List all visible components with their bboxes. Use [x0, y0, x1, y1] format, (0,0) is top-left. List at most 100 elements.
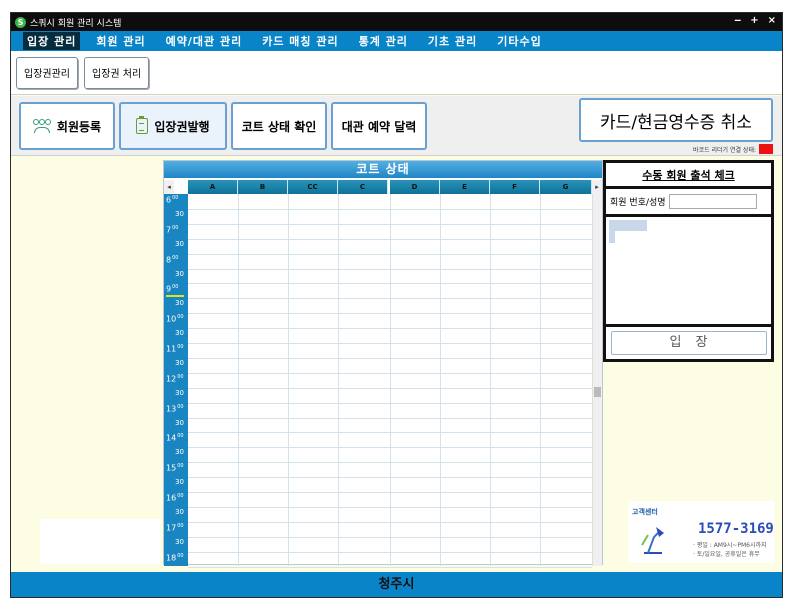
customer-center-hours: · 평일 : AM9시~PM6시까지 — [693, 542, 767, 549]
grid-column-line — [440, 194, 441, 566]
time-slot-label: 30 — [175, 507, 184, 516]
time-slot-label: 30 — [175, 388, 184, 397]
member-search-input[interactable] — [668, 194, 757, 209]
customer-center-title: 고객센터 — [632, 508, 658, 516]
ticket-issue-label: 입장권발행 — [154, 119, 210, 134]
grid-row-line — [188, 238, 592, 240]
close-button[interactable]: × — [768, 15, 776, 26]
time-slot-label: 30 — [175, 418, 184, 427]
minimize-button[interactable]: ‒ — [734, 15, 741, 26]
enter-button[interactable]: 입장 — [610, 331, 767, 355]
title-bar: S 스쿼시 회원 관리 시스템 ‒ + × — [11, 13, 782, 31]
member-search-label: 회원 번호/성명 — [610, 198, 666, 208]
footer-bar: 청주시 — [11, 572, 782, 597]
member-search-row: 회원 번호/성명 — [603, 189, 774, 217]
grid-row-line — [188, 268, 592, 270]
court-column-header: C — [338, 180, 388, 194]
court-column-header: D — [390, 180, 440, 194]
rental-calendar-button[interactable]: 대관 예약 달력 — [331, 102, 427, 150]
current-time-marker — [166, 295, 184, 298]
grid-row-line — [188, 372, 592, 374]
time-slot-label: 800 — [166, 254, 179, 264]
barcode-status: 바코드 리더기 연결 상태: — [579, 144, 773, 154]
grid-column-line — [390, 194, 391, 566]
app-window: S 스쿼시 회원 관리 시스템 ‒ + × 입장 관리 회원 관리 예약/대관 … — [10, 12, 783, 598]
window-title: 스쿼시 회원 관리 시스템 — [30, 18, 122, 29]
grid-row-line — [188, 477, 592, 479]
menu-member-management[interactable]: 회원 관리 — [92, 32, 149, 50]
grid-column-line — [490, 194, 491, 566]
barcode-status-label: 바코드 리더기 연결 상태: — [693, 146, 756, 154]
list-item[interactable] — [609, 220, 647, 231]
member-register-button[interactable]: 회원등록 — [19, 102, 115, 150]
time-slot-label: 30 — [175, 448, 184, 457]
grid-row-line — [188, 536, 592, 538]
grid-row-line — [188, 208, 592, 210]
time-slot-label: 600 — [166, 195, 179, 205]
menu-reservation-management[interactable]: 예약/대관 관리 — [162, 32, 247, 50]
court-column-header: G — [540, 180, 592, 194]
grid-row-line — [188, 462, 592, 464]
court-status-title: 코트 상태 — [164, 161, 602, 178]
grid-row-line — [188, 417, 592, 419]
grid-row-line — [188, 343, 592, 344]
grid-row-line — [188, 253, 592, 255]
list-item[interactable] — [609, 231, 615, 243]
blank-panel — [40, 519, 160, 564]
time-slot-label: 1800 — [166, 552, 184, 562]
scroll-thumb[interactable] — [594, 387, 601, 397]
time-slot-label: 30 — [175, 239, 184, 248]
scroll-left-arrow-icon[interactable]: ◂ — [164, 180, 174, 194]
time-slot-label: 30 — [175, 299, 184, 308]
vertical-scrollbar[interactable] — [592, 194, 602, 566]
menu-card-matching[interactable]: 카드 매칭 관리 — [258, 32, 342, 50]
time-slot-label: 30 — [175, 537, 184, 546]
toolbar: 회원등록 입장권발행 코트 상태 확인 대관 예약 달력 카드/현금영수증 취소… — [11, 96, 782, 156]
grid-row-line — [188, 357, 592, 359]
grid-row-line — [188, 298, 592, 300]
menu-basic-settings[interactable]: 기초 관리 — [424, 32, 481, 50]
time-slot-label: 30 — [175, 209, 184, 218]
enter-row: 입장 — [603, 327, 774, 362]
members-icon — [32, 119, 51, 133]
app-logo-icon: S — [15, 16, 26, 28]
grid-row-line — [188, 551, 592, 553]
court-column-header: E — [440, 180, 490, 194]
menu-statistics[interactable]: 통계 관리 — [355, 32, 412, 50]
grid-row-line — [188, 387, 592, 389]
time-slot-label: 1400 — [166, 433, 184, 443]
court-column-header: B — [238, 180, 288, 194]
main-menu: 입장 관리 회원 관리 예약/대관 관리 카드 매칭 관리 통계 관리 기초 관… — [11, 31, 782, 51]
scroll-right-arrow-icon[interactable]: ▸ — [592, 180, 602, 194]
grid-row-line — [188, 313, 592, 315]
time-slot-label: 1300 — [166, 403, 184, 413]
court-column-header: F — [490, 180, 540, 194]
tab-ticket-management[interactable]: 입장권관리 — [16, 56, 78, 89]
time-slot-label: 30 — [175, 269, 184, 278]
grid-row-line — [188, 566, 592, 568]
maximize-button[interactable]: + — [750, 15, 758, 26]
grid-row-line — [188, 283, 592, 285]
court-column-header: A — [188, 180, 238, 194]
court-status-button[interactable]: 코트 상태 확인 — [231, 102, 327, 150]
time-slot-label: 30 — [175, 478, 184, 487]
time-slot-label: 1500 — [166, 463, 184, 473]
ticket-issue-button[interactable]: 입장권발행 — [119, 102, 227, 150]
menu-other-income[interactable]: 기타수입 — [493, 32, 545, 50]
clipboard-icon — [136, 116, 149, 134]
grid-row-line — [188, 492, 592, 493]
time-slot-label: 30 — [175, 329, 184, 338]
grid-row-line — [188, 328, 592, 330]
menu-entry-management[interactable]: 입장 관리 — [23, 32, 81, 50]
grid-column-line — [540, 194, 541, 566]
tab-ticket-processing[interactable]: 입장권 처리 — [84, 56, 150, 89]
member-result-list[interactable] — [603, 217, 774, 327]
grid-row-line — [188, 521, 592, 523]
grid-row-line — [188, 223, 592, 225]
time-slot-label: 30 — [175, 358, 184, 367]
time-slot-label: 1700 — [166, 522, 184, 533]
cancel-receipt-button[interactable]: 카드/현금영수증 취소 — [579, 98, 773, 142]
time-column: 600 30 700 30 800 30 900 30 1000 30 1100 30 1200 30 13… — [164, 194, 188, 566]
customer-center-phone: 1577-3169 — [698, 521, 774, 537]
grid-column-line — [238, 194, 239, 566]
